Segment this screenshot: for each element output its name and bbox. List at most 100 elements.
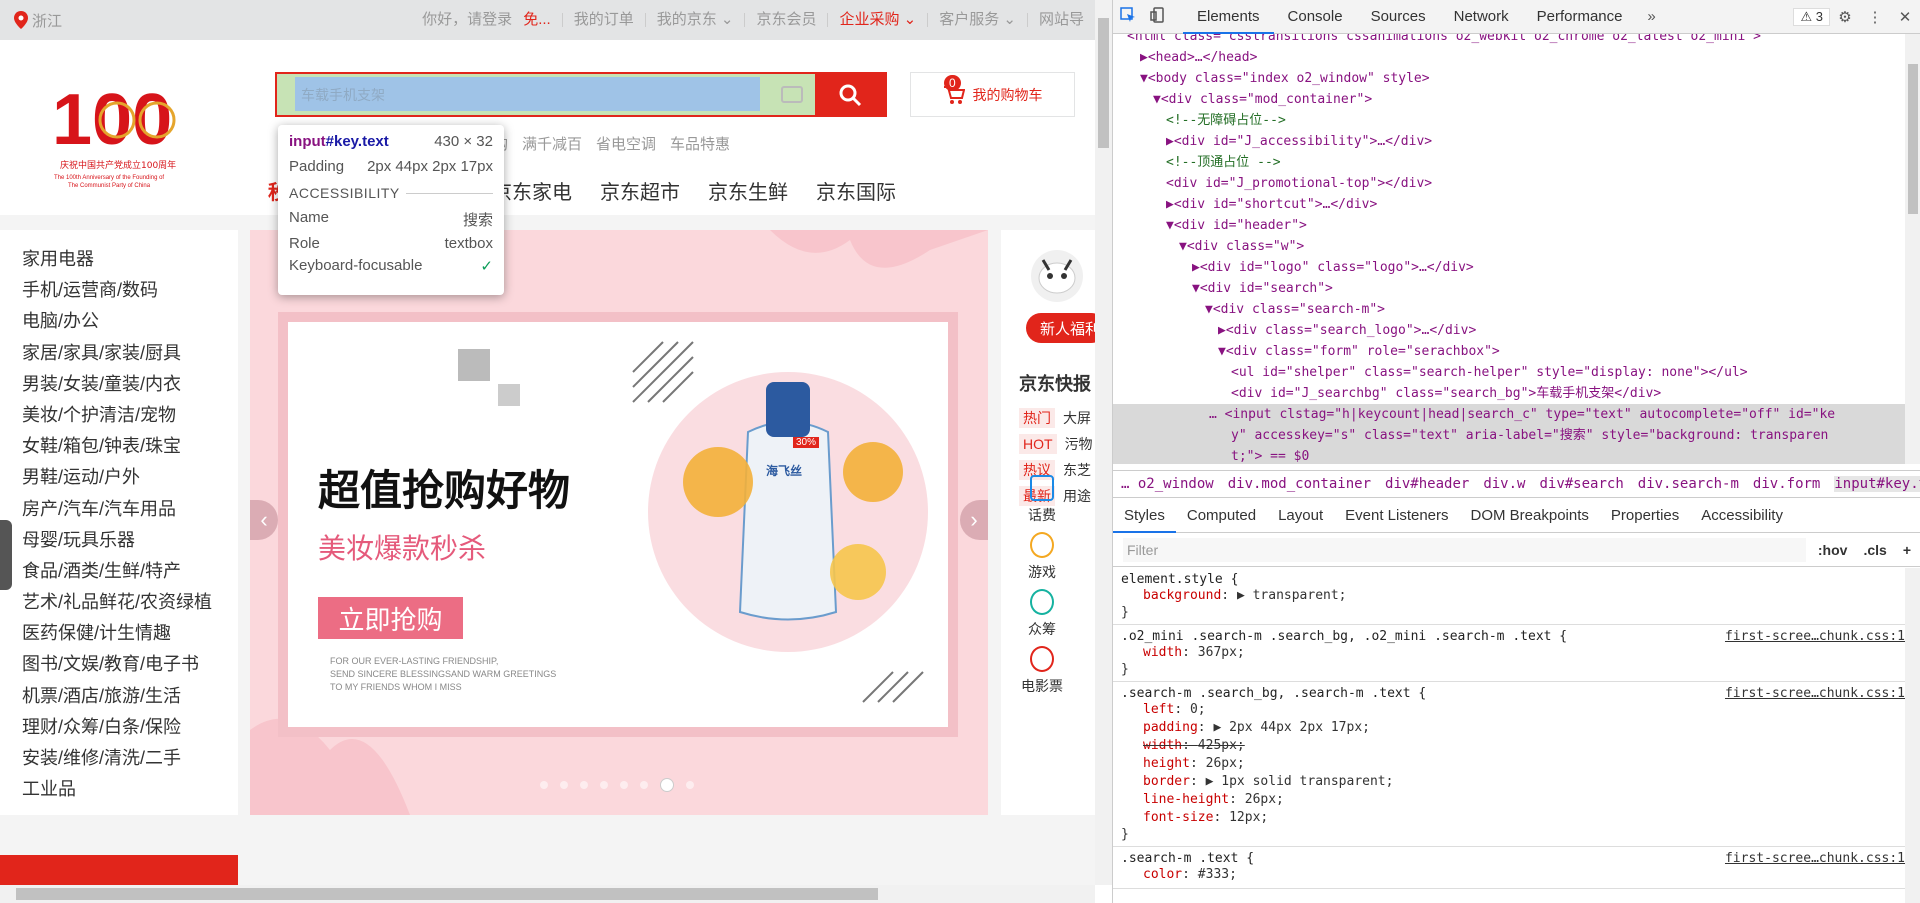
search-button[interactable] [815, 74, 885, 115]
breadcrumb-item[interactable]: div.form [1753, 476, 1820, 492]
cart-button[interactable]: 0 我的购物车 [910, 72, 1075, 117]
breadcrumb-item[interactable]: input#key.text [1834, 476, 1920, 492]
pager-dot[interactable] [686, 781, 694, 789]
dom-node-line[interactable]: y" accesskey="s" class="text" aria-label… [1113, 425, 1905, 446]
breadcrumb-item[interactable]: div#header [1385, 476, 1469, 492]
devtools-tab-console[interactable]: Console [1274, 0, 1357, 34]
dom-node-line[interactable]: ▶<div class="search_logo">…</div> [1113, 320, 1905, 341]
dom-node-line[interactable]: … <input clstag="h|keycount|head|search_… [1113, 404, 1905, 425]
pager-dot[interactable] [540, 781, 548, 789]
kuaibao-title[interactable]: 京东快报 [1019, 370, 1091, 396]
centenary-logo[interactable]: 100 庆祝中国共产党成立100周年 The 100th Anniversary… [50, 76, 195, 191]
kuaibao-item[interactable]: HOT 污物 [1019, 431, 1093, 457]
category-item[interactable]: 女鞋/箱包/钟表/珠宝 [22, 431, 238, 462]
filter-tool-button[interactable]: .cls [1863, 542, 1886, 558]
dom-node-line[interactable]: ▶<div id="J_accessibility">…</div> [1113, 131, 1905, 152]
dom-node-line[interactable]: ▼<div class="w"> [1113, 236, 1905, 257]
styles-subtab[interactable]: Properties [1600, 499, 1690, 533]
pager-dot[interactable] [640, 781, 648, 789]
dom-node-line[interactable]: ▼<div id="search"> [1113, 278, 1905, 299]
dom-node-line[interactable]: <div id="J_promotional-top"></div> [1113, 173, 1905, 194]
css-declaration[interactable]: width: 367px; [1121, 644, 1897, 662]
category-item[interactable]: 机票/酒店/旅游/生活 [22, 681, 238, 712]
devtools-tab-performance[interactable]: Performance [1523, 0, 1637, 34]
css-declaration[interactable]: border: ▶ 1px solid transparent; [1121, 773, 1897, 791]
camera-icon[interactable] [781, 86, 803, 103]
category-item[interactable]: 男装/女装/童装/内衣 [22, 369, 238, 400]
dom-node-line[interactable]: ▶<head>…</head> [1113, 47, 1905, 68]
category-item[interactable]: 食品/酒类/生鲜/特产 [22, 556, 238, 587]
pager-dot[interactable] [600, 781, 608, 789]
styles-subtab[interactable]: Accessibility [1690, 499, 1794, 533]
css-declaration[interactable]: line-height: 26px; [1121, 791, 1897, 809]
horizontal-scrollbar[interactable] [0, 885, 1095, 903]
hot-word-link[interactable]: 省电空调 [596, 133, 656, 154]
category-item[interactable]: 男鞋/运动/户外 [22, 462, 238, 493]
top-link[interactable]: 你好，请登录 [411, 12, 523, 27]
category-item[interactable]: 电脑/办公 [22, 306, 238, 337]
service-item[interactable]: 游戏 [1015, 532, 1069, 582]
kuaibao-item[interactable]: 热门 大屏 [1019, 405, 1093, 431]
css-declaration[interactable]: font-size: 12px; [1121, 809, 1897, 827]
css-source-link[interactable]: first-scree…chunk.css:1 [1725, 629, 1905, 644]
devtools-tab-network[interactable]: Network [1440, 0, 1523, 34]
dom-node-line[interactable]: <div id="J_searchbg" class="search_bg">车… [1113, 383, 1905, 404]
nav-link[interactable]: 京东生鲜 [708, 176, 788, 205]
pager-dot[interactable] [580, 781, 588, 789]
styles-subtab[interactable]: Layout [1267, 499, 1334, 533]
category-item[interactable]: 图书/文娱/教育/电子书 [22, 649, 238, 680]
dom-node-line[interactable]: ▶<div id="logo" class="logo">…</div> [1113, 257, 1905, 278]
nav-link[interactable]: 京东国际 [816, 176, 896, 205]
category-item[interactable]: 家用电器 [22, 244, 238, 275]
pager-dot-active[interactable] [660, 778, 674, 792]
category-item[interactable]: 手机/运营商/数码 [22, 275, 238, 306]
top-link[interactable]: 企业采购 ⌄ [827, 12, 927, 27]
styles-subtab[interactable]: Event Listeners [1334, 499, 1459, 533]
breadcrumb-item[interactable]: div#search [1539, 476, 1623, 492]
warnings-badge[interactable]: ⚠ 3 [1793, 7, 1830, 26]
page-vertical-scrollbar[interactable] [1095, 0, 1112, 885]
banner-cta-button[interactable]: 立即抢购 [318, 597, 463, 639]
service-item[interactable]: 众筹 [1015, 589, 1069, 639]
css-declaration[interactable]: width: 425px; [1121, 737, 1897, 755]
top-link[interactable]: 我的订单 [561, 12, 645, 27]
dom-node-line[interactable]: ▼<div class="mod_container"> [1113, 89, 1905, 110]
filter-tool-button[interactable]: + [1903, 542, 1911, 558]
breadcrumb-item[interactable]: div.mod_container [1228, 476, 1371, 492]
category-item[interactable]: 家居/家具/家装/厨具 [22, 338, 238, 369]
category-item[interactable]: 美妆/个护清洁/宠物 [22, 400, 238, 431]
category-item[interactable]: 工业品 [22, 774, 238, 805]
settings-gear-icon[interactable]: ⚙ [1830, 8, 1860, 26]
top-link[interactable]: 京东会员 [744, 12, 827, 27]
top-link[interactable]: 免... [523, 12, 562, 27]
css-declaration[interactable]: color: #333; [1121, 866, 1897, 884]
breadcrumb-item[interactable]: … o2_window [1121, 476, 1214, 492]
css-declaration[interactable]: padding: ▶ 2px 44px 2px 17px; [1121, 719, 1897, 737]
service-item[interactable]: 话费 [1015, 475, 1069, 525]
hot-word-link[interactable]: 满千减百 [522, 133, 582, 154]
new-user-benefits-button[interactable]: 新人福利 [1026, 313, 1095, 343]
more-tabs-icon[interactable]: » [1637, 8, 1667, 25]
inspect-element-icon[interactable] [1113, 6, 1143, 27]
styles-subtab[interactable]: Computed [1176, 499, 1267, 533]
category-item[interactable]: 房产/汽车/汽车用品 [22, 494, 238, 525]
css-source-link[interactable]: first-scree…chunk.css:1 [1725, 851, 1905, 866]
dom-node-line[interactable]: t;"> == $0 [1113, 446, 1905, 464]
dom-node-line[interactable]: ▶<div id="shortcut">…</div> [1113, 194, 1905, 215]
side-drawer-handle[interactable] [0, 520, 12, 590]
category-item[interactable]: 理财/众筹/白条/保险 [22, 712, 238, 743]
kebab-menu-icon[interactable]: ⋮ [1860, 8, 1890, 26]
dom-node-line[interactable]: ▼<div class="form" role="serachbox"> [1113, 341, 1905, 362]
filter-tool-button[interactable]: :hov [1818, 542, 1848, 558]
styles-subtab[interactable]: DOM Breakpoints [1460, 499, 1600, 533]
nav-link[interactable]: 京东超市 [600, 176, 680, 205]
nav-link[interactable]: 京东家电 [492, 176, 572, 205]
pager-dot[interactable] [620, 781, 628, 789]
dom-node-line[interactable]: ▼<div id="header"> [1113, 215, 1905, 236]
close-icon[interactable]: ✕ [1890, 8, 1920, 26]
devtools-tab-sources[interactable]: Sources [1357, 0, 1440, 34]
top-link[interactable]: 我的京东 ⌄ [644, 12, 745, 27]
dom-node-line[interactable]: <html class="csstransitions cssanimation… [1113, 34, 1905, 47]
styles-filter-input[interactable]: Filter [1123, 537, 1806, 562]
breadcrumb-item[interactable]: div.w [1483, 476, 1525, 492]
